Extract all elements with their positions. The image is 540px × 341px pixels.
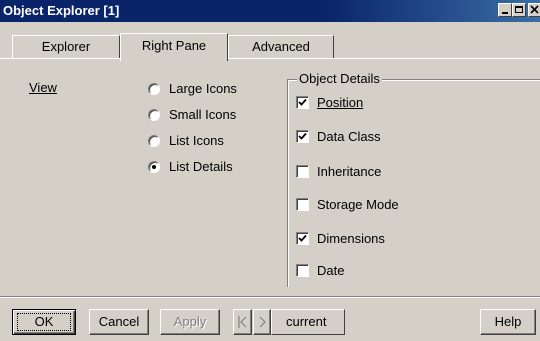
radio-label: List Details	[169, 159, 233, 174]
title-bar[interactable]: Object Explorer [1]	[0, 0, 540, 22]
cancel-button-label: Cancel	[98, 314, 140, 329]
apply-button-label: Apply	[173, 314, 207, 329]
window-title: Object Explorer [1]	[3, 3, 120, 18]
help-button[interactable]: Help	[480, 309, 536, 335]
tab-label: Right Pane	[141, 38, 207, 53]
view-label: View	[29, 80, 57, 95]
checkbox-label: Position	[317, 95, 364, 110]
checkbox-label: Dimensions	[317, 231, 385, 246]
cancel-button[interactable]: Cancel	[89, 309, 149, 335]
checkbox-checked-icon[interactable]	[296, 96, 309, 109]
tab-right-pane[interactable]: Right Pane	[120, 33, 228, 61]
checkbox-checked-icon[interactable]	[296, 130, 309, 143]
tab-label: Explorer	[41, 39, 91, 54]
tab-label: Advanced	[252, 39, 310, 54]
radio-button-icon[interactable]	[148, 83, 160, 95]
close-icon[interactable]	[528, 3, 540, 17]
radio-button-icon[interactable]	[148, 109, 160, 121]
object-explorer-window: Object Explorer [1] Explorer Right Pane …	[0, 0, 540, 341]
radio-label: List Icons	[169, 133, 224, 148]
current-label: current	[286, 314, 327, 329]
checkbox-unchecked-icon[interactable]	[296, 264, 309, 277]
checkbox-unchecked-icon[interactable]	[296, 165, 309, 178]
ok-button[interactable]: OK	[12, 309, 76, 335]
current-record-indicator: current	[271, 309, 345, 335]
radio-label: Small Icons	[169, 107, 237, 122]
minimize-icon[interactable]	[498, 3, 512, 17]
checkbox-label: Data Class	[317, 129, 381, 144]
next-icon[interactable]	[253, 309, 271, 335]
tab-explorer[interactable]: Explorer	[12, 35, 120, 59]
focus-indicator	[17, 313, 71, 331]
checkbox-unchecked-icon[interactable]	[296, 198, 309, 211]
object-details-title: Object Details	[297, 71, 382, 87]
tab-advanced[interactable]: Advanced	[228, 35, 334, 59]
checkbox-checked-icon[interactable]	[296, 232, 309, 245]
maximize-icon[interactable]	[512, 3, 526, 17]
checkbox-label: Storage Mode	[317, 197, 399, 212]
tab-panel-border	[0, 58, 540, 59]
radio-label: Large Icons	[169, 81, 237, 96]
help-button-label: Help	[494, 314, 522, 329]
object-details-title-text: Object Details	[299, 71, 380, 86]
prev-icon[interactable]	[233, 309, 252, 335]
checkbox-label: Date	[317, 263, 345, 278]
radio-button-icon[interactable]	[148, 135, 160, 147]
radio-button-icon[interactable]	[148, 161, 160, 173]
view-label-text: View	[29, 80, 57, 95]
apply-button[interactable]: Apply	[160, 309, 220, 335]
radio-selected-dot	[152, 165, 156, 169]
checkbox-label: Inheritance	[317, 164, 382, 179]
footer-separator	[0, 296, 540, 298]
